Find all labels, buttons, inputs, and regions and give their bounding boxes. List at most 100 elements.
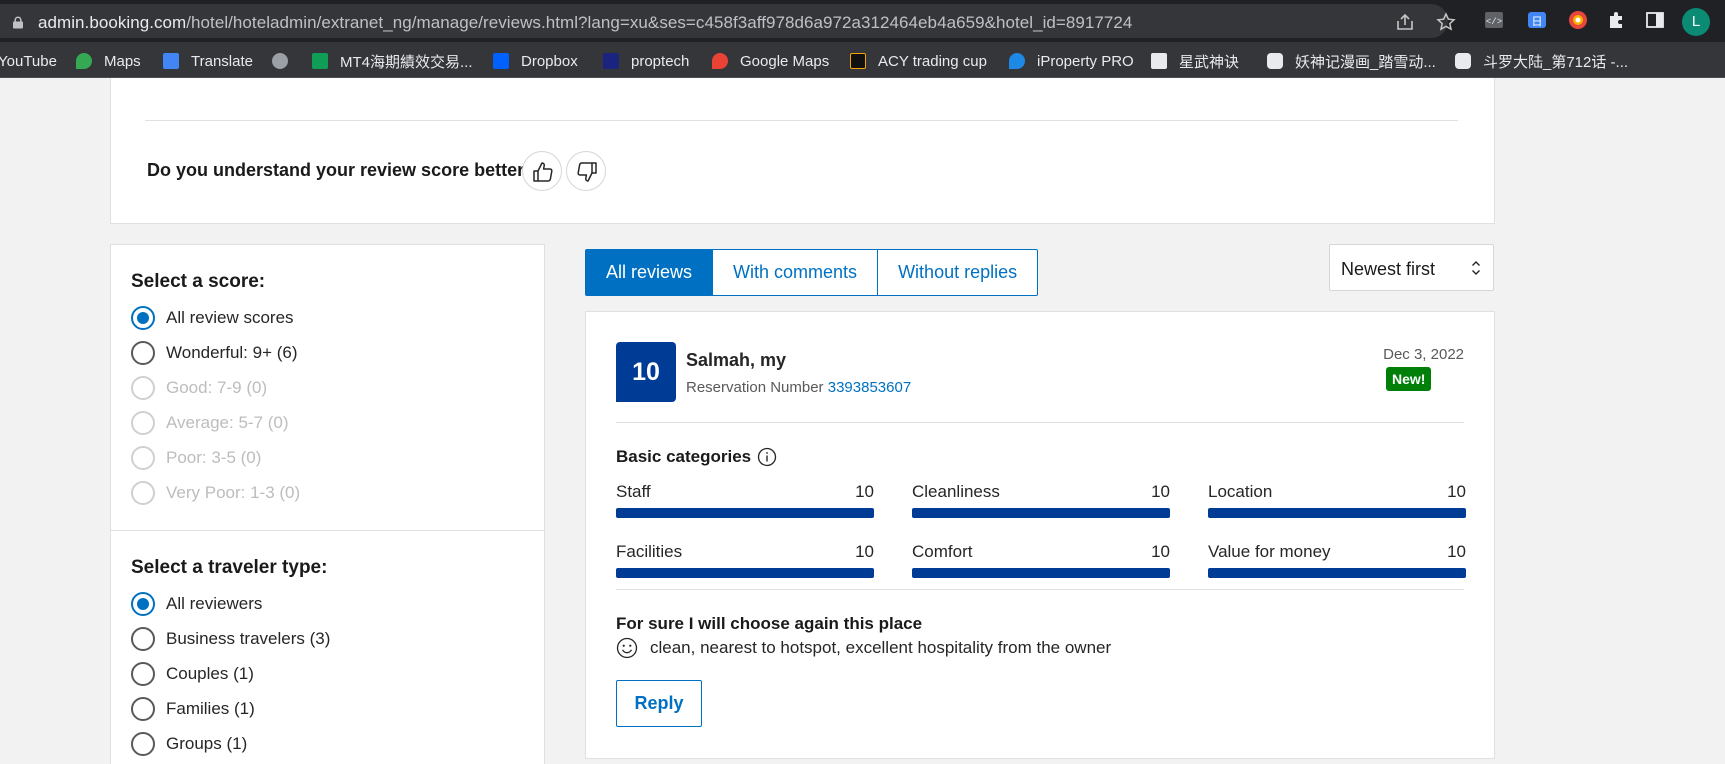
- share-icon[interactable]: [1395, 12, 1415, 32]
- feedback-question: Do you understand your review score bett…: [147, 160, 536, 180]
- radio-button[interactable]: [131, 627, 155, 651]
- traveler-option[interactable]: Families (1): [131, 696, 255, 722]
- traveler-option[interactable]: All reviewers: [131, 591, 262, 617]
- score-option: Good: 7-9 (0): [131, 375, 267, 401]
- bookmark-globe[interactable]: [272, 51, 288, 71]
- thumbs-down-icon: [577, 162, 597, 182]
- tab-all-reviews[interactable]: All reviews: [585, 249, 714, 296]
- bookmark-iproperty[interactable]: iProperty PRO: [1009, 51, 1134, 71]
- translate-extension-icon[interactable]: 日: [1527, 10, 1547, 30]
- tab-with-comments[interactable]: With comments: [712, 249, 879, 296]
- bookmark-google-maps[interactable]: Google Maps: [712, 51, 829, 71]
- url-field[interactable]: admin.booking.com/hotel/hoteladmin/extra…: [0, 4, 1456, 38]
- svg-text:日: 日: [1532, 16, 1543, 28]
- lock-icon: [13, 16, 23, 29]
- doc-icon: [1151, 53, 1167, 69]
- radio-button[interactable]: [131, 732, 155, 756]
- review-headline: For sure I will choose again this place: [616, 614, 923, 633]
- review-score-badge: 10: [616, 342, 676, 402]
- browser-address-bar: admin.booking.com/hotel/hoteladmin/extra…: [0, 0, 1725, 42]
- score-option[interactable]: Wonderful: 9+ (6): [131, 340, 298, 366]
- code-extension-icon[interactable]: </>: [1484, 10, 1504, 30]
- extensions-puzzle-icon[interactable]: [1606, 10, 1626, 30]
- url-text: admin.booking.com/hotel/hoteladmin/extra…: [38, 13, 1133, 32]
- bookmark-proptech[interactable]: proptech: [603, 51, 689, 71]
- score-option[interactable]: All review scores: [131, 305, 294, 331]
- category-bar: [1208, 568, 1466, 578]
- new-badge: New!: [1386, 367, 1432, 391]
- category-bar: [1208, 508, 1466, 518]
- dropbox-icon: [493, 53, 509, 69]
- traveler-option[interactable]: Couples (1): [131, 661, 254, 687]
- divider: [616, 589, 1464, 590]
- score-filter-title: Select a score:: [131, 271, 266, 292]
- reservation-line: Reservation Number 3393853607: [686, 379, 912, 396]
- reservation-number-link[interactable]: 3393853607: [828, 379, 911, 396]
- review-date: Dec 3, 2022: [1383, 346, 1464, 363]
- sheets-icon: [312, 53, 328, 69]
- radio-button[interactable]: [131, 662, 155, 686]
- bookmark-acy[interactable]: ACY trading cup: [850, 51, 987, 71]
- category-bar: [616, 568, 874, 578]
- bookmark-xingwu[interactable]: 星武神诀: [1151, 51, 1239, 71]
- profile-avatar[interactable]: L: [1682, 8, 1710, 36]
- radio-button[interactable]: [131, 592, 155, 616]
- radio-button[interactable]: [131, 306, 155, 330]
- sort-label: Newest first: [1341, 259, 1436, 279]
- score-option: Average: 5-7 (0): [131, 410, 289, 436]
- bookmark-douluo[interactable]: 斗罗大陆_第712话 -...: [1455, 51, 1628, 71]
- manga-icon: [1267, 53, 1283, 69]
- bookmarks-bar: YouTube Maps Translate MT4海期績效交易... Drop…: [0, 42, 1725, 78]
- bookmark-mt4[interactable]: MT4海期績效交易...: [312, 51, 473, 71]
- info-icon[interactable]: [757, 447, 777, 467]
- category-bar: [912, 508, 1170, 518]
- bookmark-youtube[interactable]: YouTube: [0, 51, 57, 71]
- acy-icon: [850, 53, 866, 69]
- categories-title: Basic categories: [616, 447, 777, 467]
- thumbs-up-button[interactable]: [522, 151, 562, 191]
- feedback-card: Do you understand your review score bett…: [110, 78, 1495, 224]
- reply-button[interactable]: Reply: [616, 680, 702, 727]
- radio-button[interactable]: [131, 341, 155, 365]
- sort-chevron-icon: [1472, 261, 1480, 275]
- score-option: Very Poor: 1-3 (0): [131, 480, 300, 506]
- maps-icon: [712, 53, 728, 69]
- divider: [616, 422, 1464, 423]
- thumbs-up-icon: [533, 162, 553, 182]
- manga-icon: [1455, 53, 1471, 69]
- review-card: 10 Salmah, my Reservation Number 3393853…: [585, 311, 1495, 759]
- radio-button: [131, 446, 155, 470]
- category-bar: [616, 508, 874, 518]
- tab-without-replies[interactable]: Without replies: [877, 249, 1039, 296]
- side-panel-icon[interactable]: [1645, 10, 1665, 30]
- review-positive-text: clean, nearest to hotspot, excellent hos…: [616, 637, 1111, 659]
- score-option: Poor: 3-5 (0): [131, 445, 261, 471]
- radio-button[interactable]: [131, 697, 155, 721]
- proptech-icon: [603, 53, 619, 69]
- globe-icon: [272, 53, 288, 69]
- divider: [111, 530, 544, 531]
- radio-button: [131, 481, 155, 505]
- iproperty-icon: [1009, 53, 1025, 69]
- bookmark-star-icon[interactable]: [1436, 12, 1456, 32]
- review-tabs: All reviews With comments Without replie…: [585, 249, 1039, 296]
- traveler-option[interactable]: Groups (1): [131, 731, 247, 757]
- color-extension-icon[interactable]: [1568, 10, 1588, 30]
- svg-text:</>: </>: [1486, 17, 1502, 27]
- thumbs-down-button[interactable]: [566, 151, 606, 191]
- category-bar: [912, 568, 1170, 578]
- bookmark-maps[interactable]: Maps: [76, 51, 141, 71]
- bookmark-yaoshenji[interactable]: 妖神记漫画_踏雪动...: [1267, 51, 1436, 71]
- bookmark-translate[interactable]: Translate: [163, 51, 253, 71]
- bookmark-dropbox[interactable]: Dropbox: [493, 51, 578, 71]
- radio-button: [131, 411, 155, 435]
- sort-dropdown[interactable]: Newest first: [1329, 244, 1494, 291]
- maps-icon: [76, 53, 92, 69]
- filter-panel: Select a score: All review scores Wonder…: [110, 244, 545, 764]
- radio-button: [131, 376, 155, 400]
- divider: [145, 120, 1458, 121]
- traveler-filter-title: Select a traveler type:: [131, 557, 328, 578]
- translate-icon: [163, 53, 179, 69]
- smile-icon: [616, 637, 638, 659]
- traveler-option[interactable]: Business travelers (3): [131, 626, 330, 652]
